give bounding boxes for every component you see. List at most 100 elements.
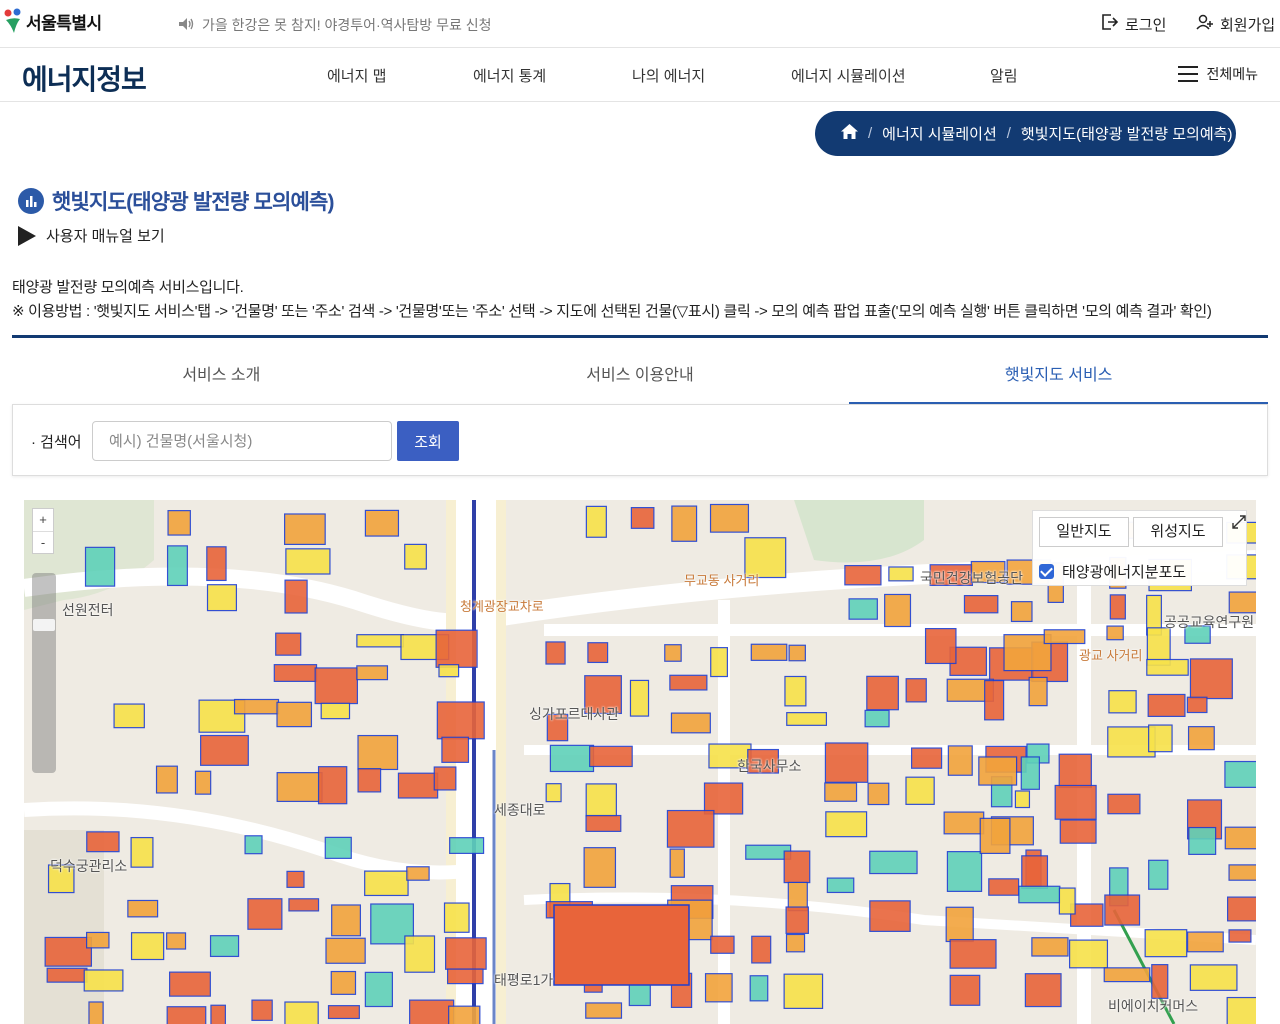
building-solar-footprint[interactable] — [1189, 964, 1238, 991]
building-solar-footprint[interactable] — [433, 766, 457, 791]
building-solar-footprint[interactable] — [945, 906, 974, 943]
tab-service-intro[interactable]: 서비스 소개 — [12, 338, 431, 404]
building-solar-footprint[interactable] — [629, 679, 650, 717]
building-solar-footprint[interactable] — [83, 969, 124, 992]
building-solar-footprint[interactable] — [397, 772, 439, 799]
building-solar-footprint[interactable] — [785, 933, 806, 953]
building-solar-footprint[interactable] — [194, 770, 212, 795]
building-solar-footprint[interactable] — [84, 546, 116, 587]
building-solar-footprint[interactable] — [710, 935, 735, 954]
building-solar-footprint[interactable] — [786, 712, 828, 726]
building-solar-footprint[interactable] — [357, 734, 399, 771]
building-solar-footprint[interactable] — [446, 968, 484, 985]
building-solar-footprint[interactable] — [905, 776, 935, 805]
building-solar-footprint[interactable] — [324, 836, 352, 859]
building-solar-footprint[interactable] — [589, 745, 633, 768]
building-solar-footprint[interactable] — [130, 836, 154, 868]
building-solar-footprint[interactable] — [784, 675, 807, 707]
building-solar-footprint[interactable] — [409, 999, 455, 1024]
building-solar-footprint[interactable] — [166, 1006, 207, 1024]
seoul-logo[interactable]: 서울특별시 — [2, 8, 102, 34]
building-solar-footprint[interactable] — [1014, 790, 1031, 809]
building-solar-footprint[interactable] — [946, 851, 983, 892]
breadcrumb-item-simulation[interactable]: 에너지 시뮬레이션 — [882, 123, 997, 144]
building-solar-footprint[interactable] — [320, 702, 351, 720]
login-link[interactable]: 로그인 — [1101, 13, 1166, 35]
building-solar-footprint[interactable] — [749, 975, 769, 1002]
map-type-normal-button[interactable]: 일반지도 — [1039, 517, 1129, 547]
building-solar-footprint[interactable] — [1058, 753, 1092, 789]
building-solar-footprint[interactable] — [288, 898, 320, 912]
building-solar-footprint[interactable] — [244, 835, 263, 855]
building-solar-footprint[interactable] — [1224, 760, 1256, 788]
building-solar-footprint[interactable] — [1187, 726, 1215, 751]
building-solar-footprint[interactable] — [1148, 859, 1169, 890]
building-solar-footprint[interactable] — [364, 870, 409, 897]
building-solar-footprint[interactable] — [251, 999, 273, 1021]
building-solar-footprint[interactable] — [585, 505, 607, 538]
building-solar-footprint[interactable] — [247, 898, 283, 930]
building-solar-footprint[interactable] — [783, 973, 824, 1009]
menu-energy-stats[interactable]: 에너지 통계 — [473, 65, 546, 86]
building-solar-footprint[interactable] — [824, 782, 858, 802]
zoom-slider[interactable] — [32, 573, 56, 773]
building-solar-footprint[interactable] — [1106, 625, 1124, 641]
fullscreen-icon[interactable] — [1231, 514, 1249, 532]
building-solar-footprint[interactable] — [1107, 793, 1141, 815]
building-solar-footprint[interactable] — [436, 701, 485, 740]
building-solar-footprint[interactable] — [404, 935, 436, 973]
building-solar-footprint[interactable] — [825, 811, 868, 838]
building-solar-footprint[interactable] — [276, 772, 323, 803]
building-solar-footprint[interactable] — [166, 932, 187, 950]
building-solar-footprint[interactable] — [787, 881, 808, 912]
all-menu-button[interactable]: 전체메뉴 — [1178, 64, 1258, 84]
building-solar-footprint[interactable] — [325, 937, 366, 964]
solar-layer-toggle[interactable]: 태양광에너지분포도 — [1039, 561, 1186, 582]
building-solar-footprint[interactable] — [448, 1005, 481, 1024]
building-solar-footprint[interactable] — [445, 937, 487, 970]
building-solar-footprint[interactable] — [984, 680, 1005, 721]
building-solar-footprint[interactable] — [1228, 864, 1256, 881]
building-solar-footprint[interactable] — [449, 837, 485, 854]
building-solar-footprint[interactable] — [1059, 819, 1097, 844]
search-button[interactable]: 조회 — [397, 421, 459, 461]
building-solar-footprint[interactable] — [233, 698, 280, 715]
building-solar-footprint[interactable] — [285, 548, 331, 575]
building-solar-footprint[interactable] — [785, 906, 809, 934]
building-solar-footprint[interactable] — [1228, 929, 1252, 943]
building-solar-footprint[interactable] — [664, 644, 682, 662]
building-solar-footprint[interactable] — [671, 505, 698, 542]
building-solar-footprint[interactable] — [979, 817, 1011, 855]
building-solar-footprint[interactable] — [86, 931, 110, 949]
site-title[interactable]: 에너지정보 — [22, 58, 147, 98]
tab-sunlight-map[interactable]: 햇빛지도 서비스 — [849, 338, 1269, 404]
building-solar-footprint[interactable] — [1109, 594, 1126, 620]
building-solar-footprint[interactable] — [988, 878, 1020, 896]
building-solar-footprint[interactable] — [169, 971, 211, 997]
building-solar-footprint[interactable] — [709, 503, 750, 533]
building-solar-footprint[interactable] — [824, 742, 869, 783]
user-manual-link[interactable]: 사용자 매뉴얼 보기 — [18, 225, 165, 246]
building-solar-footprint[interactable] — [947, 745, 973, 776]
building-solar-footprint[interactable] — [327, 1005, 360, 1020]
building-solar-footprint[interactable] — [1054, 784, 1097, 820]
tab-service-guide[interactable]: 서비스 이용안내 — [431, 338, 850, 404]
building-solar-footprint[interactable] — [1104, 894, 1141, 926]
building-solar-footprint[interactable] — [703, 782, 744, 815]
building-solar-footprint[interactable] — [155, 765, 178, 794]
building-solar-footprint[interactable] — [44, 936, 93, 967]
building-solar-footprint[interactable] — [314, 667, 359, 705]
building-solar-footprint[interactable] — [284, 513, 326, 545]
building-solar-footprint[interactable] — [943, 811, 985, 835]
building-solar-footprint[interactable] — [911, 747, 943, 769]
building-solar-footprint[interactable] — [364, 971, 393, 1008]
building-solar-footprint[interactable] — [630, 506, 655, 529]
building-solar-footprint[interactable] — [1186, 931, 1224, 953]
building-solar-footprint[interactable] — [166, 545, 188, 587]
building-solar-footprint[interactable] — [113, 703, 145, 729]
menu-my-energy[interactable]: 나의 에너지 — [632, 65, 705, 86]
building-solar-footprint[interactable] — [549, 744, 595, 773]
home-icon[interactable] — [841, 124, 858, 143]
building-solar-footprint[interactable] — [1224, 826, 1256, 850]
building-solar-footprint[interactable] — [1107, 726, 1156, 758]
